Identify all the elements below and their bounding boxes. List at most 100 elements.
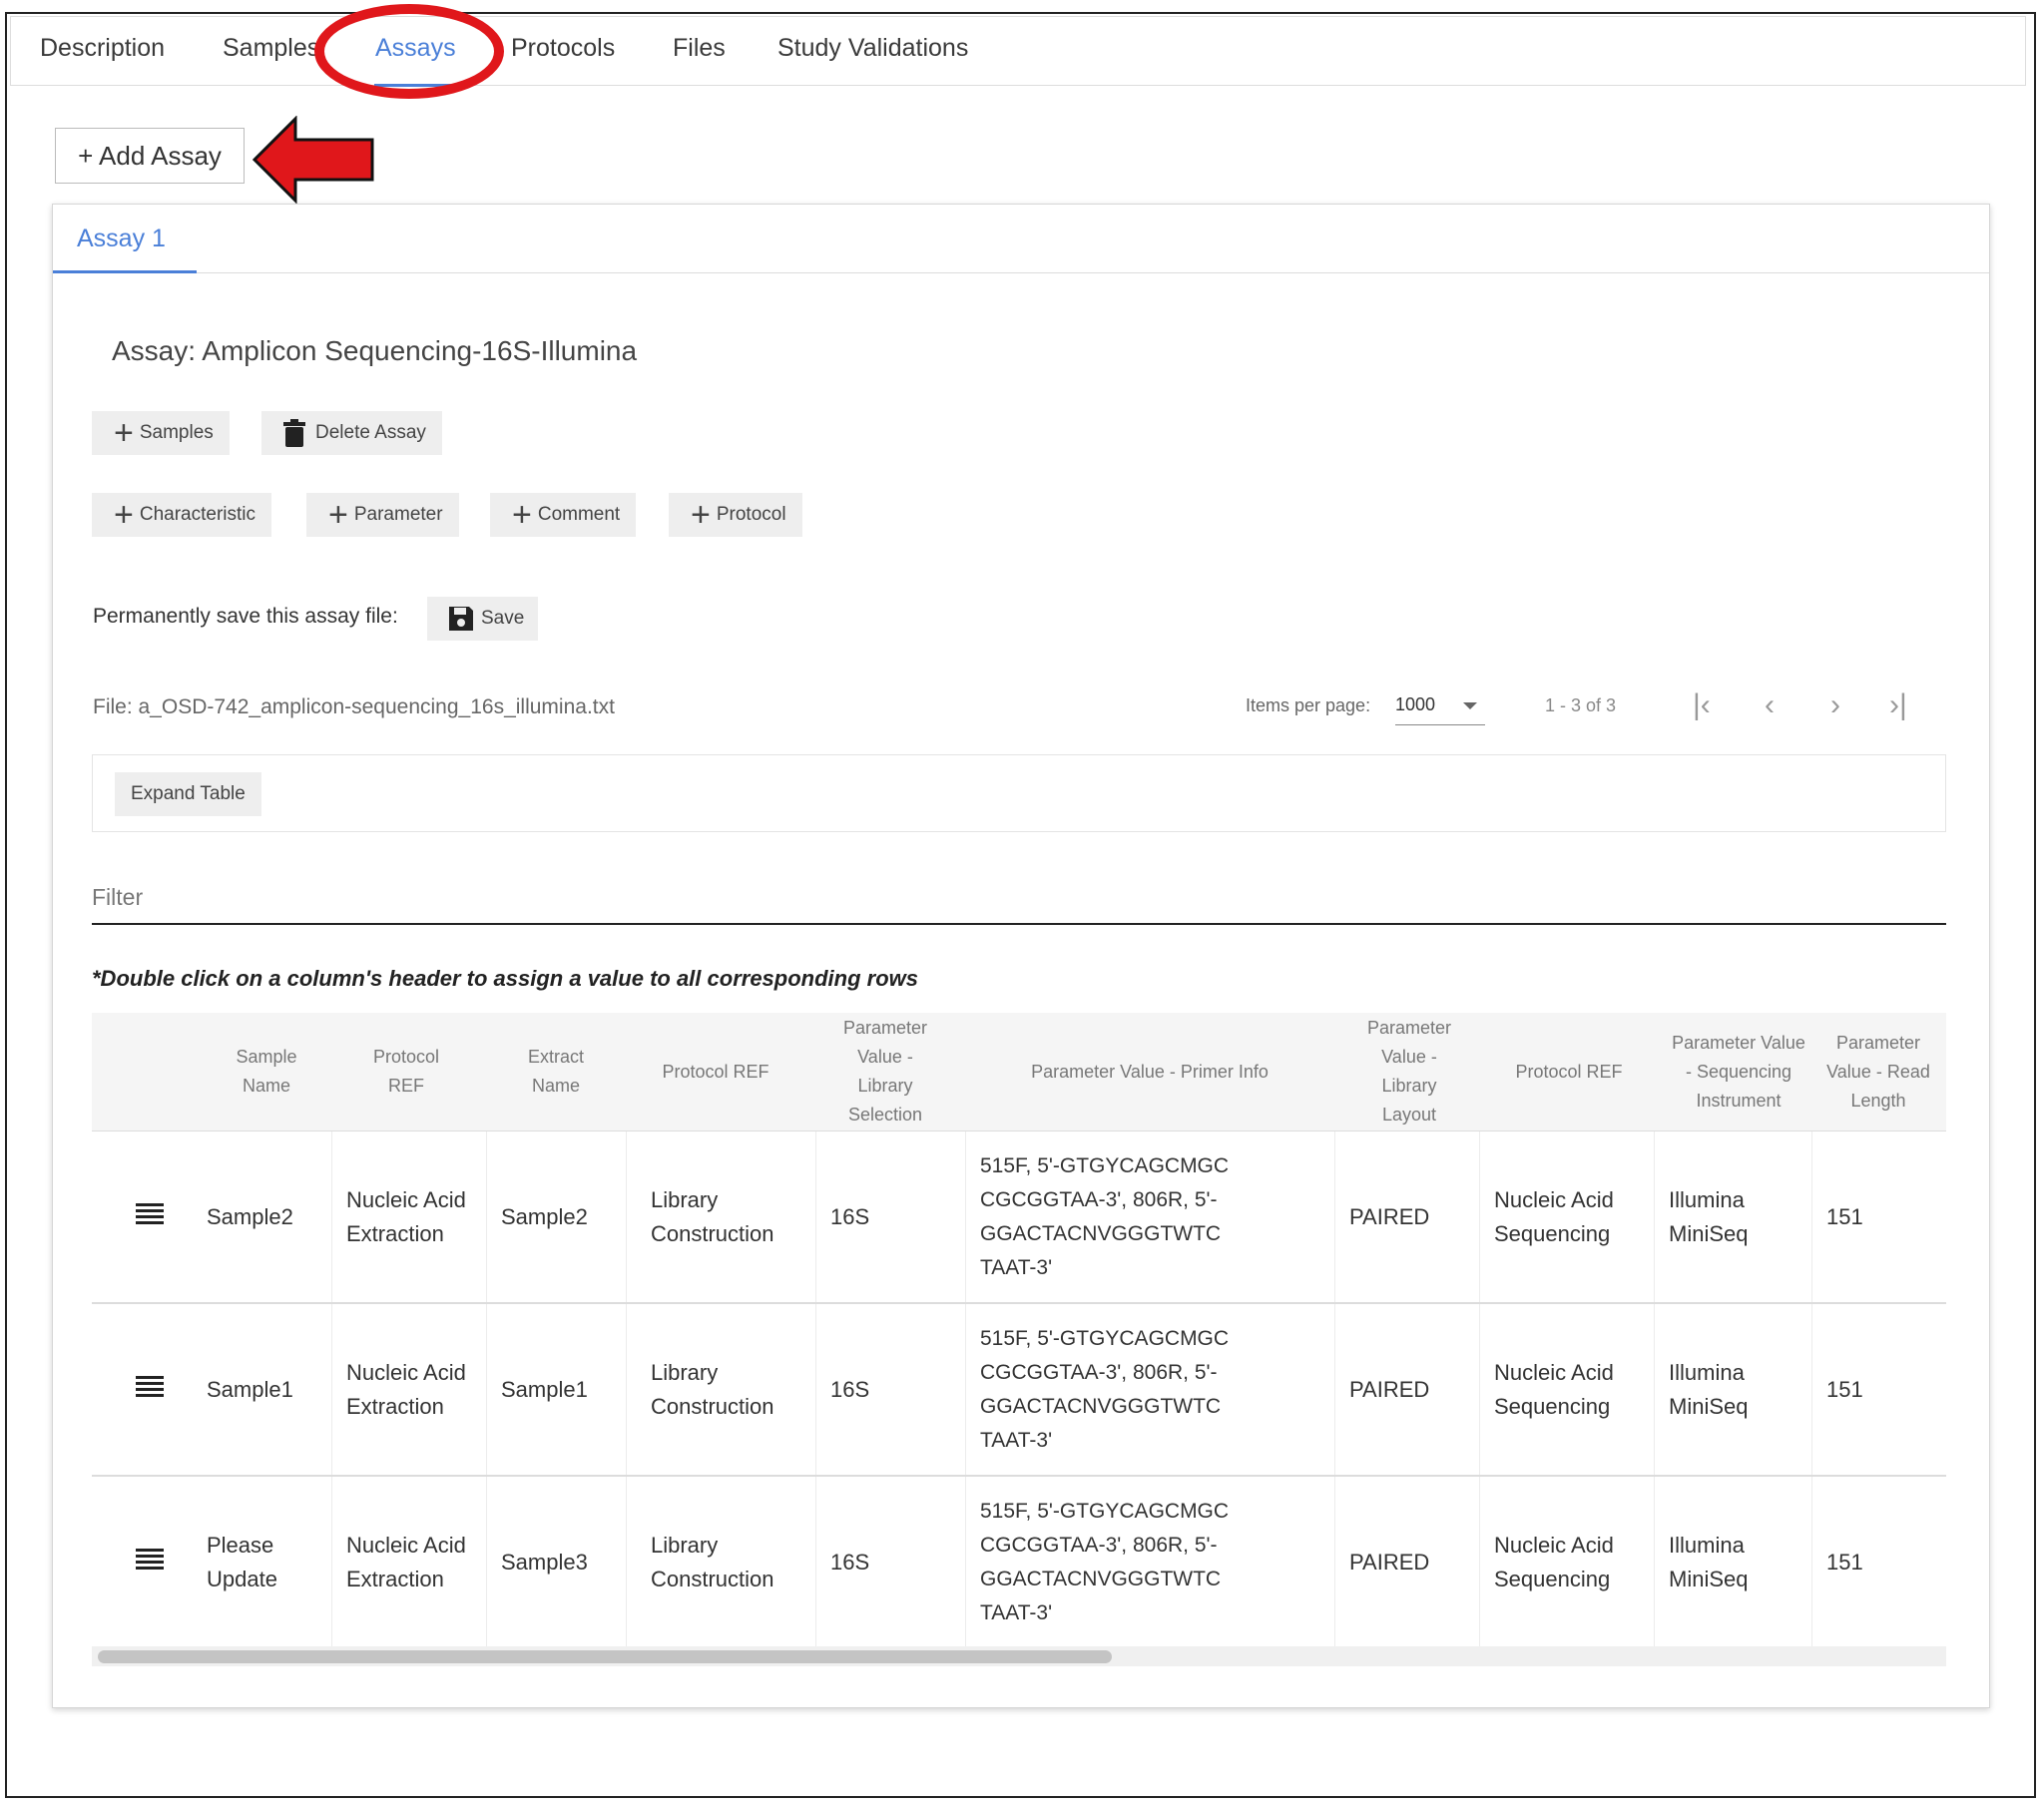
col-header-label: Parameter Value - Library Selection xyxy=(842,1018,928,1125)
col-header-protocol-ref[interactable]: Protocol REF xyxy=(1489,1013,1649,1130)
expand-table-button[interactable]: Expand Table xyxy=(115,772,261,816)
floppy-disk-icon xyxy=(449,607,473,631)
cell-protocol-ref[interactable]: Nucleic Acid Extraction xyxy=(332,1131,466,1302)
add-comment-label: Comment xyxy=(537,504,621,525)
col-header-label: Parameter Value - Library Layout xyxy=(1366,1018,1452,1125)
column-divider xyxy=(626,1131,627,1302)
cell-protocol-ref[interactable]: Library Construction xyxy=(637,1477,800,1647)
scrollbar-thumb[interactable] xyxy=(98,1650,1112,1663)
cell-text: 515F, 5'-GTGYCAGCMGCCGCGGTAA-3', 806R, 5… xyxy=(980,1499,1230,1624)
add-protocol-button[interactable]: + Protocol xyxy=(669,493,802,537)
cell-sample-name[interactable]: Sample1 xyxy=(193,1304,326,1475)
cell-library-layout[interactable]: PAIRED xyxy=(1335,1304,1469,1475)
cell-text: Library Construction xyxy=(651,1359,774,1419)
cell-text: 16S xyxy=(830,1203,870,1229)
cell-library-selection[interactable]: 16S xyxy=(816,1477,940,1647)
drag-handle-icon[interactable] xyxy=(136,1376,164,1398)
cell-sequencing-instrument[interactable]: Illumina MiniSeq xyxy=(1655,1304,1798,1475)
add-parameter-button[interactable]: + Parameter xyxy=(306,493,459,537)
col-header-primer-info[interactable]: Parameter Value - Primer Info xyxy=(970,1013,1329,1130)
cell-sequencing-instrument[interactable]: Illumina MiniSeq xyxy=(1655,1131,1798,1302)
drag-handle-icon[interactable] xyxy=(136,1549,164,1571)
save-prompt: Permanently save this assay file: xyxy=(93,605,398,628)
col-header-label: Protocol REF xyxy=(372,1047,440,1096)
cell-text: Sample3 xyxy=(501,1549,588,1575)
cell-primer-info[interactable]: 515F, 5'-GTGYCAGCMGCCGCGGTAA-3', 806R, 5… xyxy=(966,1131,1309,1302)
tab-files[interactable]: Files xyxy=(673,34,726,63)
col-header-read-length[interactable]: Parameter Value - Read Length xyxy=(1823,1013,1933,1130)
trash-icon xyxy=(283,419,305,447)
tab-study-validations[interactable]: Study Validations xyxy=(777,34,968,63)
items-per-page-select[interactable]: 1000 xyxy=(1395,688,1485,725)
tab-description[interactable]: Description xyxy=(40,34,165,63)
add-samples-button[interactable]: + Samples xyxy=(92,411,230,455)
cell-extract-name[interactable]: Sample2 xyxy=(487,1131,621,1302)
add-protocol-label: Protocol xyxy=(716,504,786,525)
last-page-icon[interactable]: ›| xyxy=(1889,688,1907,722)
cell-text: Nucleic Acid Sequencing xyxy=(1494,1359,1614,1419)
cell-extract-name[interactable]: Sample3 xyxy=(487,1477,621,1647)
prev-page-icon[interactable]: ‹ xyxy=(1765,688,1775,722)
col-header-label: Extract Name xyxy=(527,1047,584,1096)
column-divider xyxy=(626,1304,627,1475)
save-button[interactable]: Save xyxy=(427,597,539,641)
filter-input[interactable]: Filter xyxy=(92,884,143,911)
add-characteristic-button[interactable]: + Characteristic xyxy=(92,493,272,537)
col-header-library-selection[interactable]: Parameter Value - Library Selection xyxy=(810,1013,960,1130)
cell-primer-info[interactable]: 515F, 5'-GTGYCAGCMGCCGCGGTAA-3', 806R, 5… xyxy=(966,1304,1309,1475)
table-row[interactable]: Sample1 Nucleic Acid Extraction Sample1 Lib… xyxy=(92,1304,1946,1477)
cell-library-layout[interactable]: PAIRED xyxy=(1335,1131,1469,1302)
table-header: Sample Name Protocol REF Extract Name Pr… xyxy=(92,1013,1946,1131)
annotation-arrow-icon xyxy=(252,116,374,204)
tab-protocols[interactable]: Protocols xyxy=(511,34,615,63)
cell-sample-name[interactable]: Please Update xyxy=(193,1477,326,1647)
col-header-sample-name[interactable]: Sample Name xyxy=(207,1013,326,1130)
col-header-sequencing-instrument[interactable]: Parameter Value - Sequencing Instrument xyxy=(1664,1013,1813,1130)
cell-text: Nucleic Acid Sequencing xyxy=(1494,1186,1614,1246)
drag-handle-icon[interactable] xyxy=(136,1203,164,1225)
cell-text: Nucleic Acid Extraction xyxy=(346,1532,466,1591)
cell-protocol-ref[interactable]: Nucleic Acid Extraction xyxy=(332,1477,466,1647)
cell-primer-info[interactable]: 515F, 5'-GTGYCAGCMGCCGCGGTAA-3', 806R, 5… xyxy=(966,1477,1309,1647)
cell-protocol-ref[interactable]: Library Construction xyxy=(637,1304,800,1475)
cell-read-length[interactable]: 151 xyxy=(1812,1304,1926,1475)
cell-read-length[interactable]: 151 xyxy=(1812,1477,1926,1647)
cell-extract-name[interactable]: Sample1 xyxy=(487,1304,621,1475)
cell-protocol-ref[interactable]: Library Construction xyxy=(637,1131,800,1302)
cell-sequencing-instrument[interactable]: Illumina MiniSeq xyxy=(1655,1477,1798,1647)
caret-down-icon xyxy=(1463,702,1477,709)
col-header-library-layout[interactable]: Parameter Value - Library Layout xyxy=(1339,1013,1479,1130)
cell-sample-name[interactable]: Sample2 xyxy=(193,1131,326,1302)
next-page-icon[interactable]: › xyxy=(1830,688,1840,722)
tab-samples[interactable]: Samples xyxy=(223,34,319,63)
col-header-label: Protocol REF xyxy=(662,1061,769,1082)
cell-library-layout[interactable]: PAIRED xyxy=(1335,1477,1469,1647)
cell-protocol-ref[interactable]: Nucleic Acid Sequencing xyxy=(1480,1477,1644,1647)
first-page-icon[interactable]: |‹ xyxy=(1693,688,1711,722)
items-per-page-value: 1000 xyxy=(1395,694,1436,714)
cell-library-selection[interactable]: 16S xyxy=(816,1304,940,1475)
cell-protocol-ref[interactable]: Nucleic Acid Extraction xyxy=(332,1304,466,1475)
assay-tab-indicator xyxy=(53,270,197,273)
pagination-range: 1 - 3 of 3 xyxy=(1545,695,1617,715)
add-comment-button[interactable]: + Comment xyxy=(490,493,637,537)
col-header-protocol-ref[interactable]: Protocol REF xyxy=(631,1013,800,1130)
cell-text: Please Update xyxy=(207,1532,277,1591)
delete-assay-button[interactable]: Delete Assay xyxy=(261,411,442,455)
cell-protocol-ref[interactable]: Nucleic Acid Sequencing xyxy=(1480,1131,1644,1302)
add-assay-button[interactable]: + Add Assay xyxy=(55,128,245,184)
col-header-protocol-ref[interactable]: Protocol REF xyxy=(331,1013,481,1130)
column-divider xyxy=(626,1477,627,1647)
tab-assay-1[interactable]: Assay 1 xyxy=(77,225,166,253)
cell-read-length[interactable]: 151 xyxy=(1812,1131,1926,1302)
table-row[interactable]: Please Update Nucleic Acid Extraction Samp… xyxy=(92,1477,1946,1649)
plus-icon: + xyxy=(328,496,348,534)
col-header-extract-name[interactable]: Extract Name xyxy=(491,1013,621,1130)
cell-library-selection[interactable]: 16S xyxy=(816,1131,940,1302)
horizontal-scrollbar[interactable] xyxy=(92,1646,1946,1666)
table-row[interactable]: Sample2 Nucleic Acid Extraction Sample2 Lib… xyxy=(92,1131,1946,1304)
cell-protocol-ref[interactable]: Nucleic Acid Sequencing xyxy=(1480,1304,1644,1475)
cell-text: PAIRED xyxy=(1349,1376,1430,1402)
col-header-label: Parameter Value - Primer Info xyxy=(1031,1061,1269,1082)
table-hint: *Double click on a column's header to as… xyxy=(92,966,918,991)
